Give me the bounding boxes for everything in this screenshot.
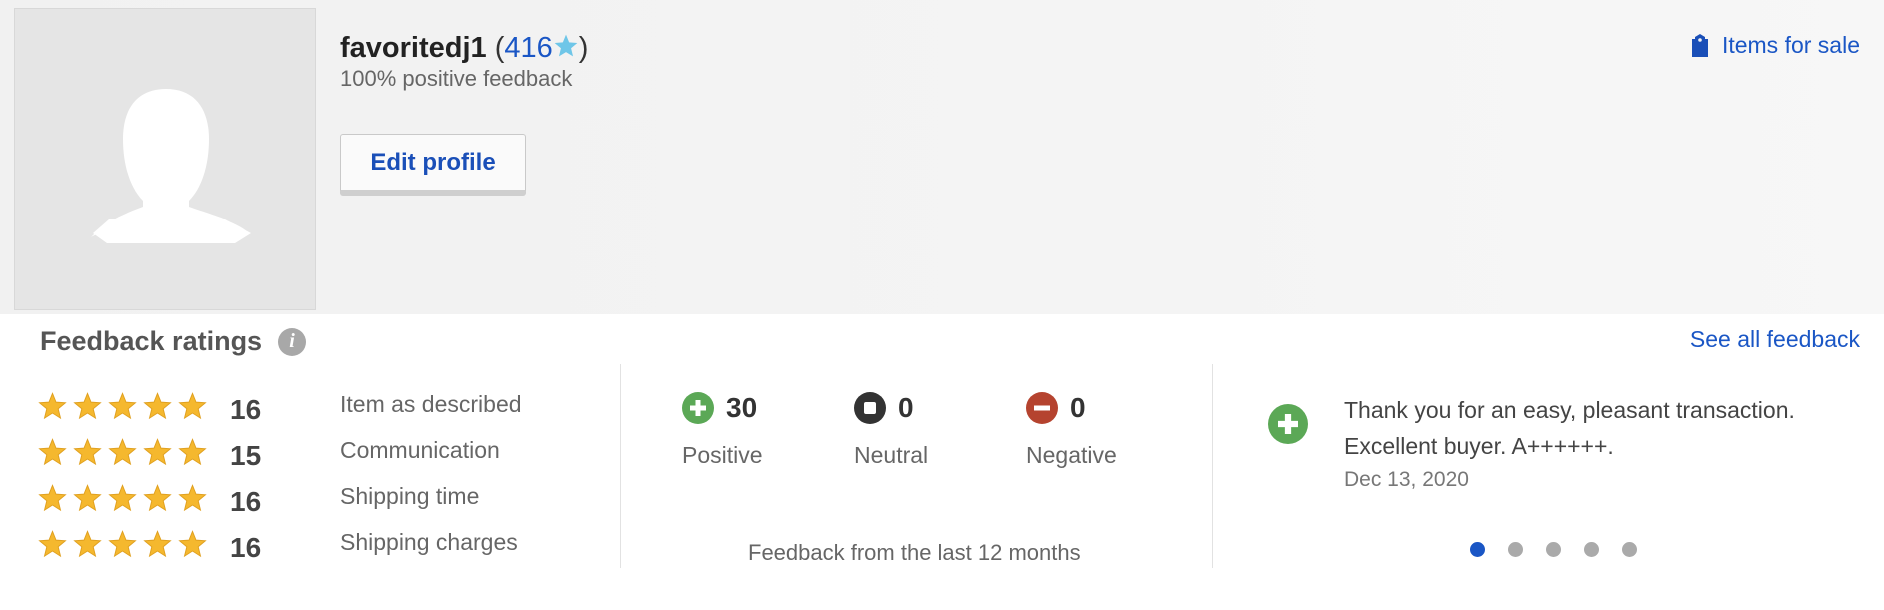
star-icon: [178, 484, 207, 512]
rating-count: 16: [230, 532, 262, 563]
star-rating: [38, 530, 207, 559]
star-icon: [178, 438, 207, 466]
avatar[interactable]: [14, 8, 316, 310]
positive-label: Positive: [682, 442, 763, 468]
turquoise-star-icon: [554, 34, 578, 57]
star-icon: [38, 484, 67, 512]
carousel-pagination: [1470, 542, 1637, 557]
positive-plus-icon: [682, 392, 714, 424]
star-icon: [143, 530, 172, 558]
star-icon: [38, 438, 67, 466]
username[interactable]: favoritedj1: [340, 32, 487, 64]
rating-row-shipping-time: 16 Shipping time: [38, 480, 598, 526]
items-for-sale-label: Items for sale: [1721, 32, 1860, 58]
star-icon: [73, 484, 102, 512]
score-open-paren: (: [494, 32, 505, 64]
feedback-period-label: Feedback from the last 12 months: [748, 540, 1081, 565]
price-tag-icon: [1691, 33, 1708, 57]
feedback-score[interactable]: 416: [504, 32, 552, 64]
info-icon[interactable]: i: [278, 327, 307, 356]
star-icon: [73, 530, 102, 558]
star-icon: [143, 438, 172, 466]
rating-label: Item as described: [340, 391, 522, 417]
neutral-label: Neutral: [854, 442, 929, 468]
rating-count: 16: [230, 394, 262, 425]
items-for-sale-link[interactable]: Items for sale: [1690, 32, 1860, 59]
username-line: favoritedj1 (416): [340, 30, 588, 66]
star-icon: [108, 484, 137, 512]
column-divider: [1212, 364, 1213, 568]
star-rating: [38, 484, 207, 513]
star-rating: [38, 392, 207, 421]
edit-profile-button[interactable]: Edit profile: [340, 134, 526, 196]
negative-minus-icon: [1026, 392, 1058, 424]
positive-plus-icon: [1268, 404, 1308, 444]
carousel-dot[interactable]: [1622, 542, 1637, 557]
carousel-dot[interactable]: [1584, 542, 1599, 557]
positive-feedback-percent: 100% positive feedback: [340, 66, 573, 91]
rating-row-communication: 15 Communication: [38, 434, 598, 480]
star-icon: [108, 392, 137, 420]
rating-row-shipping-charges: 16 Shipping charges: [38, 526, 598, 572]
star-icon: [38, 392, 67, 420]
rating-label: Communication: [340, 437, 500, 463]
rating-count: 15: [230, 440, 262, 471]
recent-feedback-date: Dec 13, 2020: [1344, 468, 1469, 491]
rating-row-item-as-described: 16 Item as described: [38, 388, 598, 434]
negative-count[interactable]: 0: [1026, 392, 1086, 424]
star-icon: [143, 392, 172, 420]
star-icon: [143, 484, 172, 512]
rating-label: Shipping time: [340, 483, 480, 509]
profile-header: favoritedj1 (416) 100% positive feedback…: [0, 0, 1884, 314]
rating-label: Shipping charges: [340, 529, 518, 555]
default-user-icon: [91, 89, 251, 243]
star-icon: [38, 530, 67, 558]
score-close-paren: ): [578, 32, 589, 64]
star-icon: [178, 530, 207, 558]
see-all-feedback-link[interactable]: See all feedback: [1690, 326, 1860, 353]
positive-count-value: 30: [726, 392, 758, 423]
carousel-dot[interactable]: [1470, 542, 1485, 557]
rating-count: 16: [230, 486, 262, 517]
star-icon: [73, 392, 102, 420]
feedback-ratings-title: Feedback ratings i: [40, 326, 307, 357]
neutral-count-value: 0: [898, 392, 914, 423]
column-divider: [620, 364, 621, 568]
neutral-square-icon: [854, 392, 886, 424]
star-icon: [108, 438, 137, 466]
star-icon: [108, 530, 137, 558]
feedback-ratings-heading: Feedback ratings: [40, 326, 263, 356]
positive-count[interactable]: 30: [682, 392, 757, 424]
negative-count-value: 0: [1070, 392, 1086, 423]
star-rating: [38, 438, 207, 467]
carousel-dot[interactable]: [1546, 542, 1561, 557]
star-icon: [73, 438, 102, 466]
negative-label: Negative: [1026, 442, 1117, 468]
carousel-dot[interactable]: [1508, 542, 1523, 557]
star-icon: [178, 392, 207, 420]
recent-feedback-comment: Thank you for an easy, pleasant transact…: [1344, 397, 1795, 459]
neutral-count[interactable]: 0: [854, 392, 914, 424]
